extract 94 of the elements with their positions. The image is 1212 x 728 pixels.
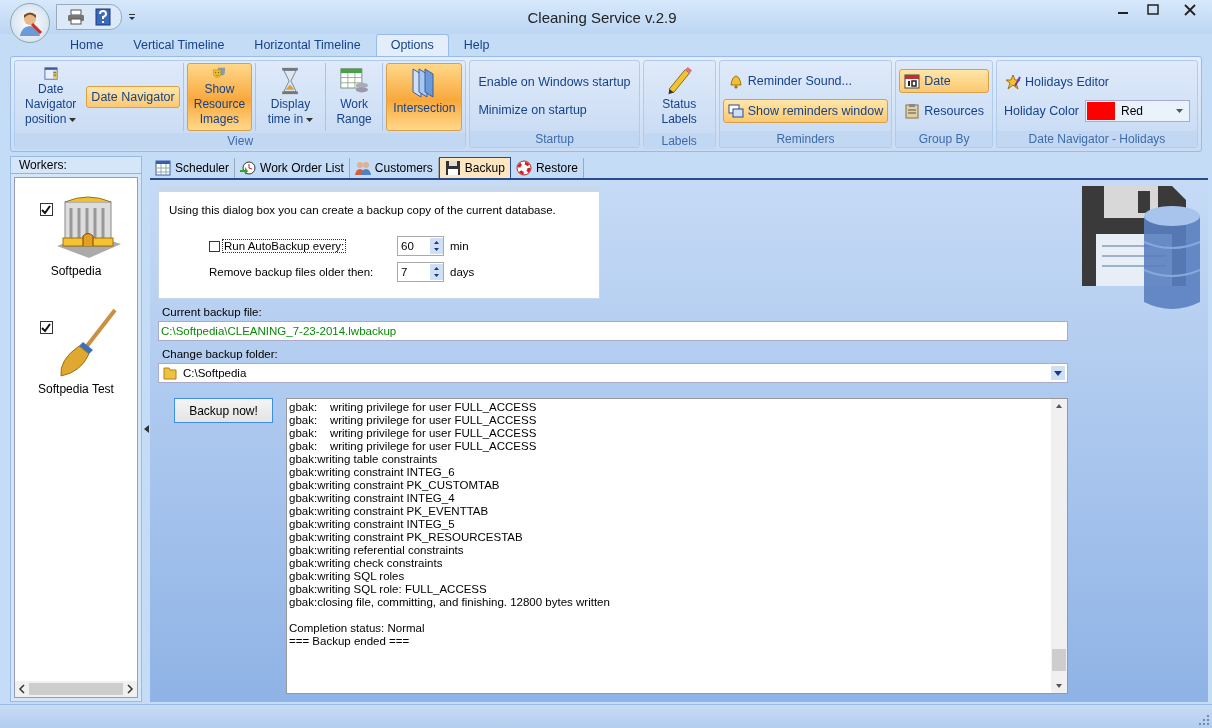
scroll-bar[interactable] [1051, 399, 1067, 693]
windows-icon [727, 103, 744, 119]
spin-arrows-icon[interactable] [430, 264, 443, 280]
ribbon-button[interactable]: Minimize on startup [473, 99, 636, 121]
bell-icon [727, 73, 744, 89]
ribbon-button[interactable]: Enable on Windows startup [473, 71, 636, 93]
ribbon-button[interactable]: Work Range [328, 63, 380, 131]
ribbon-button[interactable]: Status Labels [646, 63, 712, 131]
ribbon-button[interactable]: Date [899, 69, 989, 93]
group-title: Reminders [719, 131, 892, 147]
customize-icon[interactable] [128, 13, 136, 21]
color-label: Holiday Color [1003, 104, 1079, 118]
group-title: Group By [896, 131, 992, 147]
ribbon-tab[interactable]: Horizontal Timeline [239, 34, 376, 56]
backup-button[interactable]: Backup now! [174, 398, 273, 423]
ribbon-button[interactable]: Display time in [259, 63, 322, 131]
ribbon-button[interactable]: Show reminders window [722, 99, 889, 123]
log-line: === Backup ended === [289, 635, 411, 648]
log-line: gbak:writing constraint PK_CUSTOMTAB [289, 479, 501, 492]
document-tab[interactable]: Backup [438, 157, 511, 178]
worker-name: Softpedia [50, 264, 102, 278]
lifebuoy-icon [515, 160, 532, 176]
floppy-icon [444, 160, 461, 176]
spin-arrows-icon[interactable] [430, 238, 443, 254]
ribbon-tab[interactable]: Help [448, 34, 505, 56]
ribbon-button[interactable]: Holidays Editor [999, 70, 1194, 94]
clock-icon [240, 160, 257, 176]
calendar-icon [904, 73, 921, 89]
caret-icon [1176, 109, 1183, 113]
ribbon-button[interactable]: Date Navigator position [18, 63, 84, 131]
log-line: gbak: writing privilege for user FULL_ACCESS [289, 401, 538, 414]
log-line: gbak:writing table constraints [289, 453, 439, 466]
file-path-field[interactable]: C:\Softpedia\CLEANING_7-23-2014.lwbackup [158, 321, 1068, 341]
document-tab[interactable]: Work Order List [235, 158, 350, 178]
log-line: gbak:closing file, committing, and finishing. 12800 bytes written [289, 596, 611, 609]
ribbon-button[interactable]: Show Resource Images [186, 63, 253, 131]
log-line: gbak: writing privilege for user FULL_ACCESS [289, 427, 538, 440]
ribbon-tab[interactable]: Vertical Timeline [118, 34, 240, 56]
group-title: Startup [470, 131, 639, 147]
field-label: Remove backup files older then: [209, 266, 374, 278]
log-line: gbak:writing constraint INTEG_6 [289, 466, 456, 479]
color-dropdown[interactable]: Red [1085, 100, 1190, 122]
checkbox[interactable] [39, 203, 53, 216]
field-label: Change backup folder: [162, 348, 279, 360]
log-line: gbak:writing constraint PK_EVENTTAB [289, 505, 490, 518]
checkbox-label[interactable]: Run AutoBackup every: [223, 240, 346, 252]
panel-title: Workers: [11, 157, 141, 174]
ribbon-tab[interactable]: Home [55, 34, 119, 56]
log-line: gbak:writing SQL roles [289, 570, 406, 583]
log-line: gbak: writing privilege for user FULL_ACCESS [289, 440, 538, 453]
ribbon-button[interactable]: Intersection [386, 63, 463, 131]
group-title: Date Navigator - Holidays [996, 131, 1197, 147]
document-tab[interactable]: Restore [510, 158, 584, 178]
folder-dropdown[interactable]: C:\Softpedia [158, 363, 1068, 383]
group-title: Labels [643, 133, 715, 149]
number-field[interactable]: 60 [397, 236, 444, 256]
intro-text: Using this dialog box you can create a backup copy of the current database. [169, 204, 557, 216]
printer-icon[interactable] [67, 9, 85, 25]
ribbon-button[interactable]: Reminder Sound... [722, 69, 889, 93]
document-tab[interactable]: Scheduler [150, 158, 236, 178]
checkbox[interactable] [209, 240, 220, 252]
folder-icon [163, 366, 177, 380]
caret-icon [1054, 370, 1062, 376]
clipboard-icon [904, 103, 921, 119]
ribbon-button[interactable]: Date Navigator [86, 86, 180, 108]
star-icon [1004, 74, 1021, 90]
field-label: Current backup file: [162, 306, 263, 318]
scroll-bar[interactable] [15, 681, 137, 697]
log-line: Completion status: Normal [289, 622, 426, 635]
table-icon [338, 67, 371, 95]
hourglass-icon [280, 67, 301, 95]
document-tab[interactable]: Customers [349, 158, 439, 178]
unit-label: days [450, 266, 475, 278]
ribbon-tab[interactable]: Options [375, 34, 449, 56]
log-line: gbak:writing constraint INTEG_4 [289, 492, 456, 505]
resize-grip-icon[interactable] [1198, 714, 1210, 726]
people-icon [354, 160, 371, 176]
number-field[interactable]: 7 [397, 262, 444, 282]
app-menu-button[interactable] [10, 3, 50, 43]
ribbon-button[interactable]: Resources [899, 99, 989, 123]
worker-name: Softpedia Test [38, 382, 114, 396]
log-line: gbak:writing check constraints [289, 557, 444, 570]
grid-icon [155, 160, 171, 176]
group-title: View [15, 133, 466, 149]
log-line: gbak:writing constraint PK_RESOURCESTAB [289, 531, 524, 544]
window-title: Cleaning Service v.2.9 [526, 8, 678, 26]
help-icon[interactable] [95, 8, 111, 26]
log-line: gbak:writing referential constraints [289, 544, 465, 557]
log-line: gbak:writing SQL role: FULL_ACCESS [289, 583, 488, 596]
log-line: gbak:writing constraint INTEG_5 [289, 518, 456, 531]
unit-label: min [450, 240, 469, 252]
person-icon [17, 10, 43, 36]
log-line: gbak: writing privilege for user FULL_ACCESS [289, 414, 538, 427]
checkbox[interactable] [39, 321, 53, 334]
